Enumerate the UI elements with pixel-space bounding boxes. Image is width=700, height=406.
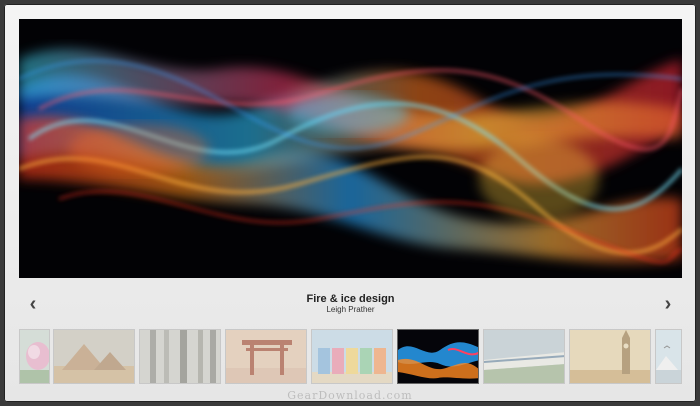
thumbnail-big-ben[interactable] — [569, 329, 651, 384]
thumbnail-train[interactable] — [483, 329, 565, 384]
chevron-right-icon[interactable]: › — [658, 293, 678, 315]
slide-title: Fire & ice design — [306, 293, 395, 305]
thumbnail-fire-and-ice[interactable] — [397, 329, 479, 384]
slide-author: Leigh Prather — [326, 305, 375, 314]
thumbnail-strip — [19, 329, 682, 384]
thumbnail-beach-huts[interactable] — [311, 329, 393, 384]
thumbnail-pyramids[interactable] — [53, 329, 135, 384]
thumbnail-birds-sky[interactable] — [655, 329, 682, 384]
thumbnail-torii-gate[interactable] — [225, 329, 307, 384]
thumbnail-bamboo[interactable] — [139, 329, 221, 384]
caption-bar: ‹ Fire & ice design Leigh Prather › — [19, 284, 682, 326]
thumbnail-flower[interactable] — [19, 329, 50, 384]
watermark-text: GearDownload.com — [287, 389, 413, 402]
main-slide-image[interactable] — [19, 19, 682, 278]
